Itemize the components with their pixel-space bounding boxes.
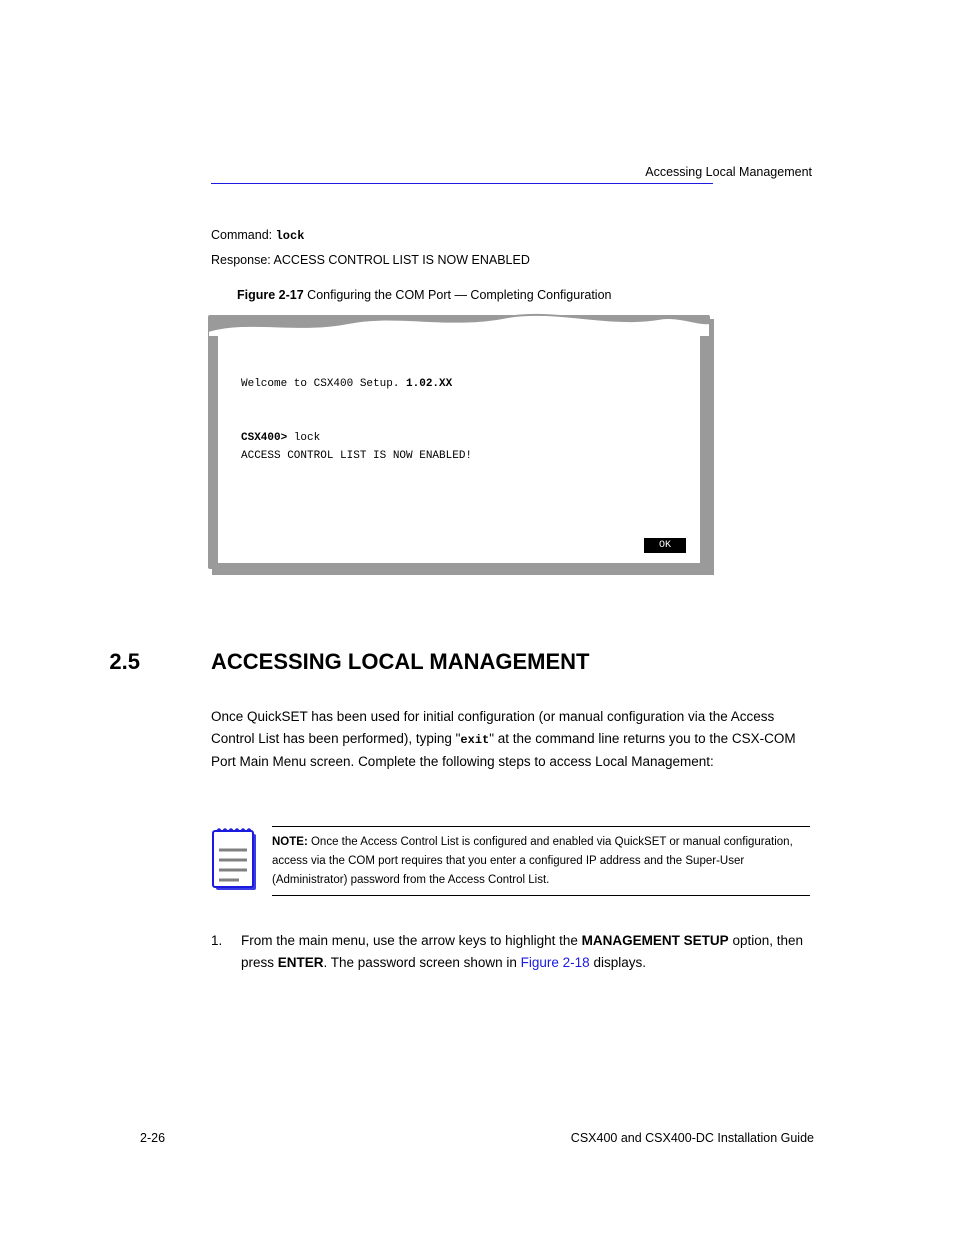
command-label: Command: xyxy=(211,228,276,242)
ok-button: OK xyxy=(644,538,686,553)
response-label: Response: xyxy=(211,253,274,267)
screen-cmd: lock xyxy=(287,432,320,444)
step-number: 1. xyxy=(211,930,231,952)
page: 2-26 Accessing Local Management Command:… xyxy=(0,0,954,1235)
figure-caption: Figure 2-17 Configuring the COM Port — C… xyxy=(237,288,611,302)
note-text: Once the Access Control List is configur… xyxy=(272,836,793,886)
note-label: NOTE: xyxy=(272,836,311,848)
screen-output: ACCESS CONTROL LIST IS NOW ENABLED! xyxy=(241,450,472,462)
screen-border: Welcome to CSX400 Setup. 1.02.XX CSX400>… xyxy=(208,315,710,569)
step-text-b: MANAGEMENT SETUP xyxy=(582,933,729,948)
step-text-a: From the main menu, use the arrow keys t… xyxy=(241,933,582,948)
torn-edge-icon xyxy=(208,309,710,337)
command-value: lock xyxy=(276,229,305,243)
screen-prompt: CSX400> xyxy=(241,432,287,444)
section-title: ACCESSING LOCAL MANAGEMENT xyxy=(211,649,590,675)
step-text-e: . The password screen shown in xyxy=(324,955,521,970)
note-rule-top xyxy=(272,826,810,827)
body-paragraph-1: Once QuickSET has been used for initial … xyxy=(211,706,813,773)
figure-title: Configuring the COM Port — Completing Co… xyxy=(304,288,612,302)
header-right-text: Accessing Local Management xyxy=(645,165,812,179)
page-footer: 2-26 CSX400 and CSX400-DC Installation G… xyxy=(140,1131,814,1145)
note-box: NOTE: Once the Access Control List is co… xyxy=(272,832,816,892)
footer-doc-title: CSX400 and CSX400-DC Installation Guide xyxy=(571,1131,814,1145)
command-line: Command: lock xyxy=(211,228,304,243)
response-value: ACCESS CONTROL LIST IS NOW ENABLED xyxy=(274,253,530,267)
step-text-d: ENTER xyxy=(278,955,324,970)
screen-text: Welcome to CSX400 Setup. 1.02.XX CSX400>… xyxy=(241,375,701,465)
response-line: Response: ACCESS CONTROL LIST IS NOW ENA… xyxy=(211,253,530,267)
screen-inner: Welcome to CSX400 Setup. 1.02.XX CSX400>… xyxy=(218,335,700,563)
section-number: 2.5 xyxy=(109,649,140,675)
header-rule xyxy=(211,183,713,184)
figure-number: Figure 2-17 xyxy=(237,288,304,302)
step-1-text: From the main menu, use the arrow keys t… xyxy=(241,930,813,974)
figure-screen: Welcome to CSX400 Setup. 1.02.XX CSX400>… xyxy=(208,315,718,576)
screen-line1a: Welcome to CSX400 Setup. xyxy=(241,378,406,390)
p1-code: exit xyxy=(460,733,489,747)
step-xref[interactable]: Figure 2-18 xyxy=(521,955,590,970)
step-text-g: displays. xyxy=(590,955,646,970)
note-rule-bot xyxy=(272,895,810,896)
footer-page-number: 2-26 xyxy=(140,1131,165,1145)
notepad-icon xyxy=(211,828,257,892)
screen-line1b: 1.02.XX xyxy=(406,378,452,390)
